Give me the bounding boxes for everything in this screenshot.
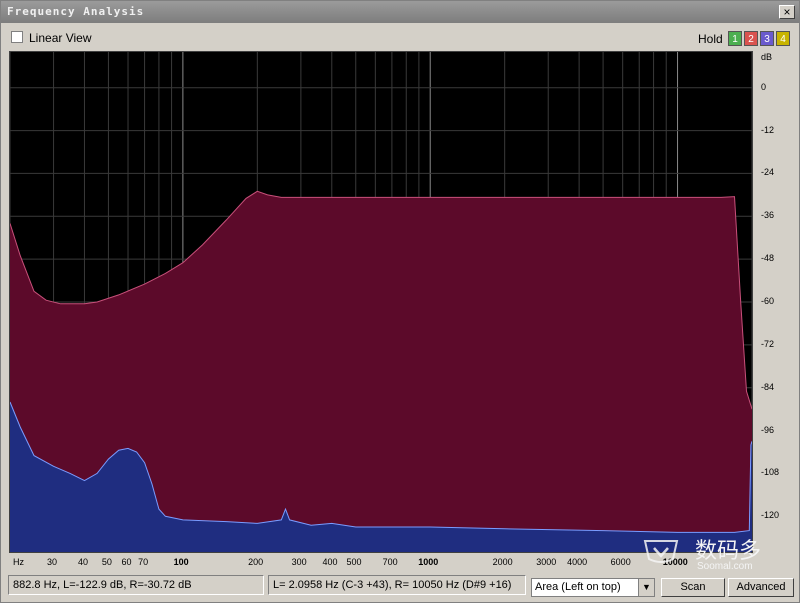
hz-tick-label: 100 xyxy=(173,557,189,567)
display-mode-value: Area (Left on top) xyxy=(535,581,621,593)
hold-button-1[interactable]: 1 xyxy=(728,31,742,46)
db-tick-label: -12 xyxy=(761,124,775,135)
chevron-down-icon[interactable]: ▼ xyxy=(638,579,654,596)
hold-button-3[interactable]: 3 xyxy=(760,31,774,46)
hz-tick-label: 2000 xyxy=(492,557,513,567)
linear-view-checkbox[interactable] xyxy=(11,31,23,43)
frequency-axis: Hz 30 40 50 60 70 100 200 300 400 500 700 1000 2000 3… xyxy=(9,553,753,571)
db-tick-label: -84 xyxy=(761,381,775,392)
frequency-analysis-window: Frequency Analysis × Linear View Hold 12… xyxy=(0,0,800,603)
db-tick-label: -120 xyxy=(761,510,780,521)
hold-button-4[interactable]: 4 xyxy=(776,31,790,46)
hz-tick-label: 70 xyxy=(138,557,149,567)
spectrum-plot[interactable] xyxy=(9,51,753,553)
display-mode-select[interactable]: Area (Left on top) ▼ xyxy=(531,578,655,597)
toolbar: Linear View Hold 1234 xyxy=(1,23,799,51)
db-tick-label: -24 xyxy=(761,167,775,178)
window-title: Frequency Analysis xyxy=(7,5,145,18)
db-tick-label: -96 xyxy=(761,424,775,435)
hz-tick-label: 1000 xyxy=(418,557,439,567)
db-unit-label: dB xyxy=(761,52,773,62)
cursor-readout: 882.8 Hz, L=-122.9 dB, R=-30.72 dB xyxy=(8,575,264,595)
hz-tick-label: 40 xyxy=(77,557,88,567)
db-scale: dB 0 -12 -24 -36 -48 -60 -72 -84 -96 -108 -120 xyxy=(753,51,797,553)
hz-tick-label: 300 xyxy=(291,557,307,567)
close-button[interactable]: × xyxy=(779,5,795,19)
hz-tick-label: 400 xyxy=(322,557,338,567)
hz-tick-label: 500 xyxy=(346,557,362,567)
hz-tick-label: 3000 xyxy=(536,557,557,567)
hz-tick-label: 700 xyxy=(382,557,398,567)
db-tick-label: -108 xyxy=(761,467,780,478)
hold-label: Hold xyxy=(698,32,723,46)
linear-view-label[interactable]: Linear View xyxy=(29,31,91,45)
hz-tick-label: 60 xyxy=(121,557,132,567)
watermark-url: Soomal.com xyxy=(697,561,753,572)
soomal-logo-icon xyxy=(643,540,679,563)
watermark: 数码多 Soomal.com xyxy=(643,533,793,581)
spectrum-graph[interactable] xyxy=(10,52,752,552)
hz-tick-label: 30 xyxy=(47,557,58,567)
db-tick-label: -48 xyxy=(761,253,775,264)
hold-button-2[interactable]: 2 xyxy=(744,31,758,46)
hz-tick-label: 200 xyxy=(248,557,264,567)
db-tick-label: -72 xyxy=(761,338,775,349)
db-tick-label: -60 xyxy=(761,296,775,306)
hz-tick-label: 6000 xyxy=(610,557,631,567)
db-tick-label: -36 xyxy=(761,210,775,221)
title-bar[interactable]: Frequency Analysis × xyxy=(1,1,799,23)
hz-tick-label: 4000 xyxy=(567,557,588,567)
peak-readout: L= 2.0958 Hz (C-3 +43), R= 10050 Hz (D#9… xyxy=(268,575,526,595)
hz-unit-label: Hz xyxy=(13,557,24,567)
hz-tick-label: 50 xyxy=(101,557,112,567)
db-tick-label: 0 xyxy=(761,81,767,92)
